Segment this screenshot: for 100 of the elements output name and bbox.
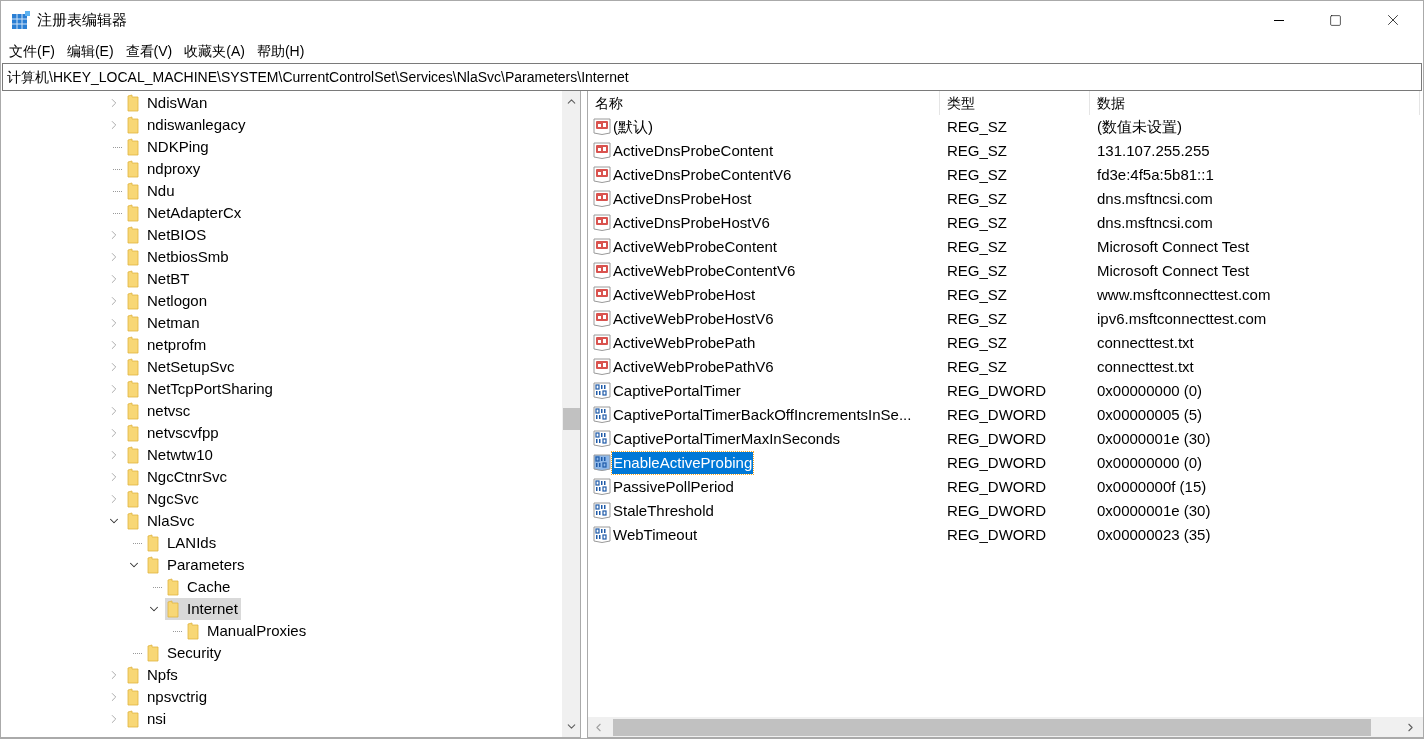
tree-item[interactable]: NlaSvc [125, 510, 198, 532]
binary-value-icon [593, 454, 611, 472]
value-data: www.msftconnecttest.com [1096, 284, 1272, 305]
value-data: 131.107.255.255 [1096, 140, 1211, 161]
tree-connector [113, 168, 122, 170]
minimize-icon [1274, 19, 1284, 21]
string-value-icon [593, 334, 611, 352]
menu-item[interactable]: 收藏夹(A) [178, 40, 251, 62]
value-type: REG_SZ [946, 164, 1008, 185]
tree-item[interactable]: NgcSvc [125, 488, 202, 510]
string-value-icon [593, 142, 611, 160]
value-name[interactable]: ActiveDnsProbeHost [612, 187, 753, 211]
value-type: REG_DWORD [946, 404, 1048, 425]
tree-item[interactable]: netvscvfpp [125, 422, 222, 444]
value-name[interactable]: ActiveWebProbePath [612, 331, 757, 355]
value-name[interactable]: (默认) [612, 115, 654, 139]
folder-icon [127, 204, 139, 222]
value-name[interactable]: ActiveWebProbeContentV6 [612, 259, 797, 283]
app-icon [11, 10, 31, 30]
value-data: 0x0000001e (30) [1096, 500, 1212, 521]
menu-item[interactable]: 帮助(H) [250, 40, 311, 62]
value-type: REG_DWORD [946, 452, 1048, 473]
value-name[interactable]: CaptivePortalTimer [612, 379, 742, 403]
scrollbar-thumb[interactable] [562, 408, 580, 430]
string-value-icon [593, 118, 611, 136]
string-value-icon [593, 190, 611, 208]
tree-item[interactable]: Netwtw10 [125, 444, 216, 466]
column-header[interactable]: 数据 [1090, 91, 1420, 115]
value-data: Microsoft Connect Test [1096, 260, 1251, 281]
value-name[interactable]: ActiveWebProbeHost [612, 283, 757, 307]
folder-icon [127, 292, 139, 310]
value-name[interactable]: PassivePollPeriod [612, 475, 735, 499]
tree-item[interactable]: NetbiosSmb [125, 246, 232, 268]
column-header[interactable]: 名称 [588, 91, 940, 115]
menu-item[interactable]: 编辑(E) [60, 40, 120, 62]
tree-item[interactable]: NetTcpPortSharing [125, 378, 276, 400]
horizontal-scrollbar[interactable] [588, 717, 1423, 737]
value-type: REG_SZ [946, 356, 1008, 377]
menu-item[interactable]: 查看(V) [119, 40, 179, 62]
tree-item[interactable]: ndproxy [125, 158, 204, 180]
tree-item[interactable]: Internet [165, 598, 241, 620]
tree-connector [133, 652, 142, 654]
value-name[interactable]: ActiveDnsProbeContent [612, 139, 775, 163]
value-data: connecttest.txt [1096, 332, 1195, 353]
value-name[interactable]: StaleThreshold [612, 499, 715, 523]
window-title: 注册表编辑器 [37, 9, 127, 30]
tree-item[interactable]: npsvctrig [125, 686, 211, 708]
value-name[interactable]: ActiveDnsProbeHostV6 [612, 211, 771, 235]
folder-icon [127, 468, 139, 486]
binary-value-icon [593, 478, 611, 496]
tree-item[interactable]: ManualProxies [185, 620, 310, 642]
tree-item[interactable]: NgcCtnrSvc [125, 466, 231, 488]
tree-item[interactable]: NetSetupSvc [125, 356, 238, 378]
folder-icon [127, 424, 139, 442]
tree-item[interactable]: netvsc [125, 400, 194, 422]
value-type: REG_SZ [946, 140, 1008, 161]
tree-connector [153, 586, 162, 588]
tree-item[interactable]: NDKPing [125, 136, 212, 158]
value-name[interactable]: WebTimeout [612, 523, 699, 547]
tree-item[interactable]: netprofm [125, 334, 210, 356]
tree-item[interactable]: Parameters [145, 554, 248, 576]
value-type: REG_SZ [946, 260, 1008, 281]
folder-icon [127, 710, 139, 728]
maximize-icon [1328, 13, 1342, 27]
tree-item[interactable]: NetBIOS [125, 224, 210, 246]
value-type: REG_DWORD [946, 428, 1048, 449]
tree-item[interactable]: Security [145, 642, 225, 664]
tree-item[interactable]: NdisWan [125, 92, 211, 114]
scrollbar-thumb[interactable] [613, 718, 1371, 736]
value-name[interactable]: ActiveWebProbeContent [612, 235, 778, 259]
value-data: Microsoft Connect Test [1096, 236, 1251, 257]
tree-item[interactable]: Ndu [125, 180, 178, 202]
value-name[interactable]: EnableActiveProbing [612, 451, 754, 475]
value-data: (数值未设置) [1096, 116, 1183, 137]
tree-item[interactable]: Npfs [125, 664, 181, 686]
folder-icon [127, 226, 139, 244]
vertical-scrollbar[interactable] [562, 91, 580, 737]
menu-item[interactable]: 文件(F) [3, 40, 61, 62]
value-type: REG_SZ [946, 236, 1008, 257]
value-name[interactable]: CaptivePortalTimerMaxInSeconds [612, 427, 842, 451]
tree-item[interactable]: LANIds [145, 532, 220, 554]
value-type: REG_SZ [946, 308, 1008, 329]
address-bar[interactable]: 计算机\HKEY_LOCAL_MACHINE\SYSTEM\CurrentControlSet\Services\NlaSvc\Parameters\Internet [2, 63, 1422, 91]
tree-item[interactable]: ndiswanlegacy [125, 114, 249, 136]
folder-icon [127, 270, 139, 288]
folder-icon [127, 182, 139, 200]
tree-item[interactable]: Cache [165, 576, 234, 598]
tree-item[interactable]: Netman [125, 312, 203, 334]
tree-item[interactable]: NetBT [125, 268, 193, 290]
value-name[interactable]: ActiveWebProbePathV6 [612, 355, 775, 379]
column-header[interactable]: 类型 [940, 91, 1090, 115]
value-name[interactable]: ActiveWebProbeHostV6 [612, 307, 775, 331]
string-value-icon [593, 286, 611, 304]
tree-item[interactable]: nsi [125, 708, 170, 730]
value-name[interactable]: ActiveDnsProbeContentV6 [612, 163, 793, 187]
tree-item[interactable]: NetAdapterCx [125, 202, 245, 224]
value-name[interactable]: CaptivePortalTimerBackOffIncrementsInSe... [612, 403, 913, 427]
folder-icon [147, 534, 159, 552]
string-value-icon [593, 358, 611, 376]
tree-item[interactable]: Netlogon [125, 290, 211, 312]
